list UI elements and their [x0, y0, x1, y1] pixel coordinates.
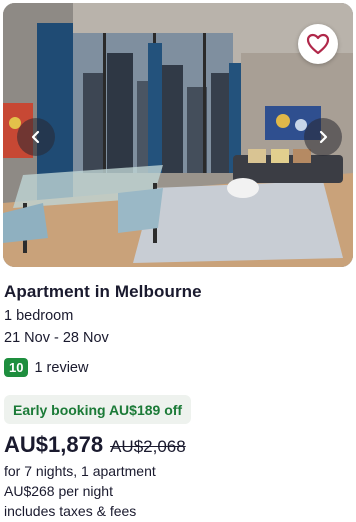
- review-count: 1 review: [34, 359, 89, 376]
- favorite-button[interactable]: [298, 24, 338, 64]
- price-per-night: AU$268 per night: [4, 483, 113, 499]
- rating-row: 10 1 review: [4, 358, 88, 377]
- original-price: AU$2,068: [110, 437, 186, 456]
- listing-photo[interactable]: [3, 3, 353, 267]
- listing-title[interactable]: Apartment in Melbourne: [4, 282, 202, 302]
- chevron-left-icon: [31, 130, 40, 144]
- heart-icon: [306, 33, 330, 55]
- deal-badge: Early booking AU$189 off: [4, 395, 192, 424]
- previous-photo-button[interactable]: [17, 118, 55, 156]
- current-price: AU$1,878: [4, 432, 104, 457]
- listing-card[interactable]: Apartment in Melbourne 1 bedroom 21 Nov …: [0, 0, 356, 522]
- chevron-right-icon: [319, 130, 328, 144]
- stay-summary: for 7 nights, 1 apartment: [4, 463, 156, 479]
- price-row: AU$1,878 AU$2,068: [4, 432, 186, 458]
- rating-badge: 10: [4, 358, 29, 377]
- taxes-note: includes taxes & fees: [4, 503, 137, 519]
- bedroom-count: 1 bedroom: [4, 308, 74, 324]
- next-photo-button[interactable]: [304, 118, 342, 156]
- stay-dates: 21 Nov - 28 Nov: [4, 330, 109, 346]
